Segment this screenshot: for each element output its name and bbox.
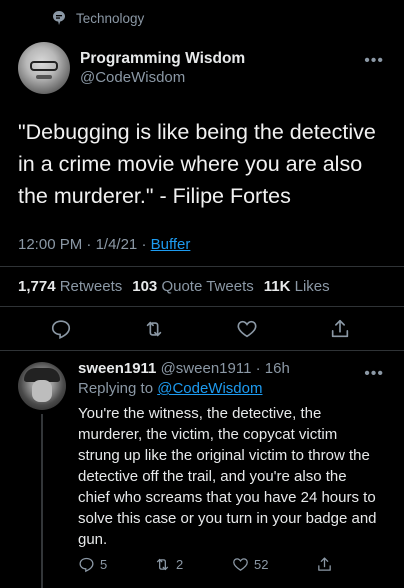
thread-line	[41, 414, 43, 588]
tweet-meta: 12:00 PM · 1/4/21 · Buffer	[18, 236, 190, 253]
reply-replies-count: 5	[100, 557, 108, 572]
like-icon[interactable]	[236, 318, 258, 340]
tweet-text: "Debugging is like being the detective i…	[18, 120, 376, 208]
reply-icon	[79, 557, 94, 573]
likes-count: 11K	[263, 278, 291, 295]
quote-tweets-label: Quote Tweets	[161, 278, 254, 295]
reply-text: You're the witness, the detective, the m…	[78, 405, 377, 548]
author-text: Programming Wisdom @CodeWisdom	[80, 50, 245, 86]
reply-icon[interactable]	[50, 318, 72, 340]
reply-age[interactable]: 16h	[265, 360, 290, 377]
reply-reply-button[interactable]: 5	[78, 556, 107, 573]
avatar[interactable]	[18, 42, 70, 94]
retweets-count: 1,774	[18, 278, 56, 295]
meta-separator: ·	[251, 360, 265, 377]
reply-actions: 5 2 52	[78, 556, 378, 578]
topic-label: Technology	[76, 10, 145, 26]
share-icon	[318, 557, 331, 571]
tweet-author[interactable]: Programming Wisdom @CodeWisdom	[18, 42, 245, 94]
reply-retweets-count: 2	[176, 557, 184, 572]
replying-to-prefix: Replying to	[78, 380, 154, 397]
tweet-source-link[interactable]: Buffer	[151, 236, 191, 253]
more-options-icon[interactable]: •••	[364, 52, 384, 70]
like-icon	[233, 558, 248, 571]
tweet-time[interactable]: 12:00 PM	[18, 236, 82, 253]
retweets-stat[interactable]: 1,774 Retweets	[18, 278, 122, 295]
quote-tweets-stat[interactable]: 103 Quote Tweets	[132, 278, 253, 295]
reply-avatar[interactable]	[18, 362, 66, 410]
reply-share-button[interactable]	[316, 556, 333, 573]
reply-author-handle[interactable]: @sween1911	[161, 360, 252, 377]
tweet-actions	[0, 318, 404, 344]
tweet-date[interactable]: 1/4/21	[96, 236, 138, 253]
retweet-icon	[156, 558, 169, 571]
reply-author-name[interactable]: sween1911	[78, 360, 156, 377]
retweets-label: Retweets	[59, 278, 123, 295]
divider	[0, 306, 404, 307]
reply-retweet-button[interactable]: 2	[154, 556, 183, 573]
avatar-face	[32, 380, 52, 402]
reply-tweet[interactable]: sween1911 @sween1911 · 16h Replying to @…	[78, 360, 388, 550]
divider	[0, 266, 404, 267]
meta-separator: ·	[86, 236, 96, 253]
divider	[0, 350, 404, 351]
author-name[interactable]: Programming Wisdom	[80, 50, 245, 68]
more-options-icon[interactable]: •••	[364, 365, 384, 383]
topic-row[interactable]: Technology	[52, 10, 144, 26]
replying-to-link[interactable]: @CodeWisdom	[157, 380, 262, 397]
topic-tag-icon	[53, 11, 65, 25]
likes-stat[interactable]: 11K Likes	[264, 278, 330, 295]
quote-tweets-count: 103	[132, 278, 158, 295]
replying-to: Replying to @CodeWisdom	[78, 380, 388, 397]
share-icon[interactable]	[329, 318, 351, 340]
avatar-glasses	[30, 61, 58, 71]
author-handle[interactable]: @CodeWisdom	[80, 69, 245, 86]
tweet-stats: 1,774 Retweets 103 Quote Tweets 11K Like…	[18, 278, 330, 295]
avatar-mouth	[36, 75, 52, 79]
reply-like-button[interactable]: 52	[232, 556, 268, 573]
meta-separator: ·	[141, 236, 151, 253]
likes-label: Likes	[294, 278, 330, 295]
reply-likes-count: 52	[254, 557, 269, 572]
reply-header: sween1911 @sween1911 · 16h	[78, 360, 388, 377]
retweet-icon[interactable]	[143, 318, 165, 340]
